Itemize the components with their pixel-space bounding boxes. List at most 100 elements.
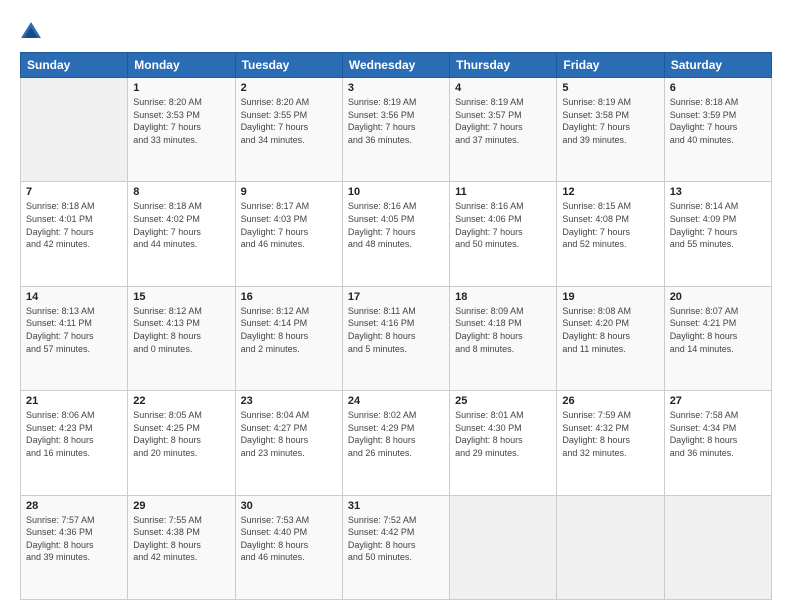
- day-info: Sunrise: 7:57 AMSunset: 4:36 PMDaylight:…: [26, 514, 122, 564]
- calendar-cell: [664, 495, 771, 599]
- calendar-cell: 13 Sunrise: 8:14 AMSunset: 4:09 PMDayligh…: [664, 182, 771, 286]
- header-day-monday: Monday: [128, 53, 235, 78]
- day-number: 11: [455, 186, 551, 198]
- day-number: 19: [562, 291, 658, 303]
- calendar-cell: 14 Sunrise: 8:13 AMSunset: 4:11 PMDayligh…: [21, 286, 128, 390]
- header-day-saturday: Saturday: [664, 53, 771, 78]
- day-number: 29: [133, 500, 229, 512]
- day-info: Sunrise: 7:59 AMSunset: 4:32 PMDaylight:…: [562, 409, 658, 459]
- day-number: 3: [348, 82, 444, 94]
- calendar-cell: 3Sunrise: 8:19 AMSunset: 3:56 PMDaylight…: [342, 78, 449, 182]
- day-info: Sunrise: 8:01 AMSunset: 4:30 PMDaylight:…: [455, 409, 551, 459]
- header-day-sunday: Sunday: [21, 53, 128, 78]
- week-row-1: 1 Sunrise: 8:20 AMSunset: 3:53 PMDaylight…: [21, 78, 772, 182]
- day-info: Sunrise: 8:20 AMSunset: 3:53 PMDaylight:…: [133, 96, 229, 146]
- calendar-table: SundayMondayTuesdayWednesdayThursdayFrid…: [20, 52, 772, 600]
- day-info: Sunrise: 8:16 AMSunset: 4:05 PMDaylight:…: [348, 200, 444, 250]
- day-number: 26: [562, 395, 658, 407]
- calendar-cell: 28 Sunrise: 7:57 AMSunset: 4:36 PMDayligh…: [21, 495, 128, 599]
- day-info: Sunrise: 7:52 AMSunset: 4:42 PMDaylight:…: [348, 514, 444, 564]
- day-number: 7: [26, 186, 122, 198]
- day-info: Sunrise: 7:58 AMSunset: 4:34 PMDaylight:…: [670, 409, 766, 459]
- calendar-cell: [450, 495, 557, 599]
- calendar-cell: 9 Sunrise: 8:17 AMSunset: 4:03 PMDaylight…: [235, 182, 342, 286]
- day-info: Sunrise: 8:19 AMSunset: 3:58 PMDaylight:…: [562, 96, 658, 146]
- day-number: 18: [455, 291, 551, 303]
- header-row: SundayMondayTuesdayWednesdayThursdayFrid…: [21, 53, 772, 78]
- calendar-cell: 4 Sunrise: 8:19 AMSunset: 3:57 PMDaylight…: [450, 78, 557, 182]
- calendar-cell: 31 Sunrise: 7:52 AMSunset: 4:42 PMDayligh…: [342, 495, 449, 599]
- calendar-cell: 16Sunrise: 8:12 AMSunset: 4:14 PMDayligh…: [235, 286, 342, 390]
- day-number: 6: [670, 82, 766, 94]
- calendar-cell: 2 Sunrise: 8:20 AMSunset: 3:55 PMDaylight…: [235, 78, 342, 182]
- calendar-cell: 30 Sunrise: 7:53 AMSunset: 4:40 PMDayligh…: [235, 495, 342, 599]
- day-info: Sunrise: 7:55 AMSunset: 4:38 PMDaylight:…: [133, 514, 229, 564]
- day-info: Sunrise: 8:12 AMSunset: 4:14 PMDaylight:…: [241, 305, 337, 355]
- day-number: 1: [133, 82, 229, 94]
- day-info: Sunrise: 8:16 AMSunset: 4:06 PMDaylight:…: [455, 200, 551, 250]
- calendar-cell: 18 Sunrise: 8:09 AMSunset: 4:18 PMDayligh…: [450, 286, 557, 390]
- header-day-wednesday: Wednesday: [342, 53, 449, 78]
- calendar-body: 1 Sunrise: 8:20 AMSunset: 3:53 PMDaylight…: [21, 78, 772, 600]
- page: SundayMondayTuesdayWednesdayThursdayFrid…: [0, 0, 792, 612]
- day-info: Sunrise: 8:05 AMSunset: 4:25 PMDaylight:…: [133, 409, 229, 459]
- day-number: 31: [348, 500, 444, 512]
- calendar-cell: 27 Sunrise: 7:58 AMSunset: 4:34 PMDayligh…: [664, 391, 771, 495]
- day-number: 8: [133, 186, 229, 198]
- calendar-cell: 6 Sunrise: 8:18 AMSunset: 3:59 PMDaylight…: [664, 78, 771, 182]
- header-day-friday: Friday: [557, 53, 664, 78]
- week-row-4: 21 Sunrise: 8:06 AMSunset: 4:23 PMDayligh…: [21, 391, 772, 495]
- day-number: 21: [26, 395, 122, 407]
- day-number: 2: [241, 82, 337, 94]
- day-number: 13: [670, 186, 766, 198]
- calendar-header: SundayMondayTuesdayWednesdayThursdayFrid…: [21, 53, 772, 78]
- calendar-cell: 7 Sunrise: 8:18 AMSunset: 4:01 PMDaylight…: [21, 182, 128, 286]
- calendar-cell: 1 Sunrise: 8:20 AMSunset: 3:53 PMDaylight…: [128, 78, 235, 182]
- week-row-5: 28 Sunrise: 7:57 AMSunset: 4:36 PMDayligh…: [21, 495, 772, 599]
- day-number: 4: [455, 82, 551, 94]
- calendar-cell: 25 Sunrise: 8:01 AMSunset: 4:30 PMDayligh…: [450, 391, 557, 495]
- day-info: Sunrise: 8:09 AMSunset: 4:18 PMDaylight:…: [455, 305, 551, 355]
- calendar-cell: 21 Sunrise: 8:06 AMSunset: 4:23 PMDayligh…: [21, 391, 128, 495]
- calendar-cell: 29 Sunrise: 7:55 AMSunset: 4:38 PMDayligh…: [128, 495, 235, 599]
- day-number: 28: [26, 500, 122, 512]
- day-number: 25: [455, 395, 551, 407]
- day-number: 23: [241, 395, 337, 407]
- logo-icon: [20, 20, 42, 42]
- day-number: 22: [133, 395, 229, 407]
- day-number: 30: [241, 500, 337, 512]
- calendar-cell: 22 Sunrise: 8:05 AMSunset: 4:25 PMDayligh…: [128, 391, 235, 495]
- calendar-cell: 19Sunrise: 8:08 AMSunset: 4:20 PMDayligh…: [557, 286, 664, 390]
- calendar-cell: 8Sunrise: 8:18 AMSunset: 4:02 PMDaylight…: [128, 182, 235, 286]
- logo: [20, 18, 44, 42]
- day-number: 12: [562, 186, 658, 198]
- day-number: 5: [562, 82, 658, 94]
- day-info: Sunrise: 8:06 AMSunset: 4:23 PMDaylight:…: [26, 409, 122, 459]
- day-info: Sunrise: 8:13 AMSunset: 4:11 PMDaylight:…: [26, 305, 122, 355]
- header: [20, 18, 772, 42]
- calendar-cell: [557, 495, 664, 599]
- calendar-cell: 26 Sunrise: 7:59 AMSunset: 4:32 PMDayligh…: [557, 391, 664, 495]
- day-info: Sunrise: 8:11 AMSunset: 4:16 PMDaylight:…: [348, 305, 444, 355]
- day-number: 27: [670, 395, 766, 407]
- day-number: 24: [348, 395, 444, 407]
- calendar-cell: 23 Sunrise: 8:04 AMSunset: 4:27 PMDayligh…: [235, 391, 342, 495]
- calendar-cell: 10 Sunrise: 8:16 AMSunset: 4:05 PMDayligh…: [342, 182, 449, 286]
- day-info: Sunrise: 8:18 AMSunset: 3:59 PMDaylight:…: [670, 96, 766, 146]
- day-info: Sunrise: 8:18 AMSunset: 4:01 PMDaylight:…: [26, 200, 122, 250]
- day-info: Sunrise: 7:53 AMSunset: 4:40 PMDaylight:…: [241, 514, 337, 564]
- day-number: 15: [133, 291, 229, 303]
- day-number: 10: [348, 186, 444, 198]
- calendar-cell: 17Sunrise: 8:11 AMSunset: 4:16 PMDayligh…: [342, 286, 449, 390]
- day-info: Sunrise: 8:20 AMSunset: 3:55 PMDaylight:…: [241, 96, 337, 146]
- calendar-cell: 12Sunrise: 8:15 AMSunset: 4:08 PMDayligh…: [557, 182, 664, 286]
- header-day-tuesday: Tuesday: [235, 53, 342, 78]
- calendar-cell: [21, 78, 128, 182]
- day-info: Sunrise: 8:19 AMSunset: 3:57 PMDaylight:…: [455, 96, 551, 146]
- day-number: 9: [241, 186, 337, 198]
- day-number: 14: [26, 291, 122, 303]
- day-info: Sunrise: 8:04 AMSunset: 4:27 PMDaylight:…: [241, 409, 337, 459]
- week-row-3: 14 Sunrise: 8:13 AMSunset: 4:11 PMDayligh…: [21, 286, 772, 390]
- day-info: Sunrise: 8:17 AMSunset: 4:03 PMDaylight:…: [241, 200, 337, 250]
- day-info: Sunrise: 8:14 AMSunset: 4:09 PMDaylight:…: [670, 200, 766, 250]
